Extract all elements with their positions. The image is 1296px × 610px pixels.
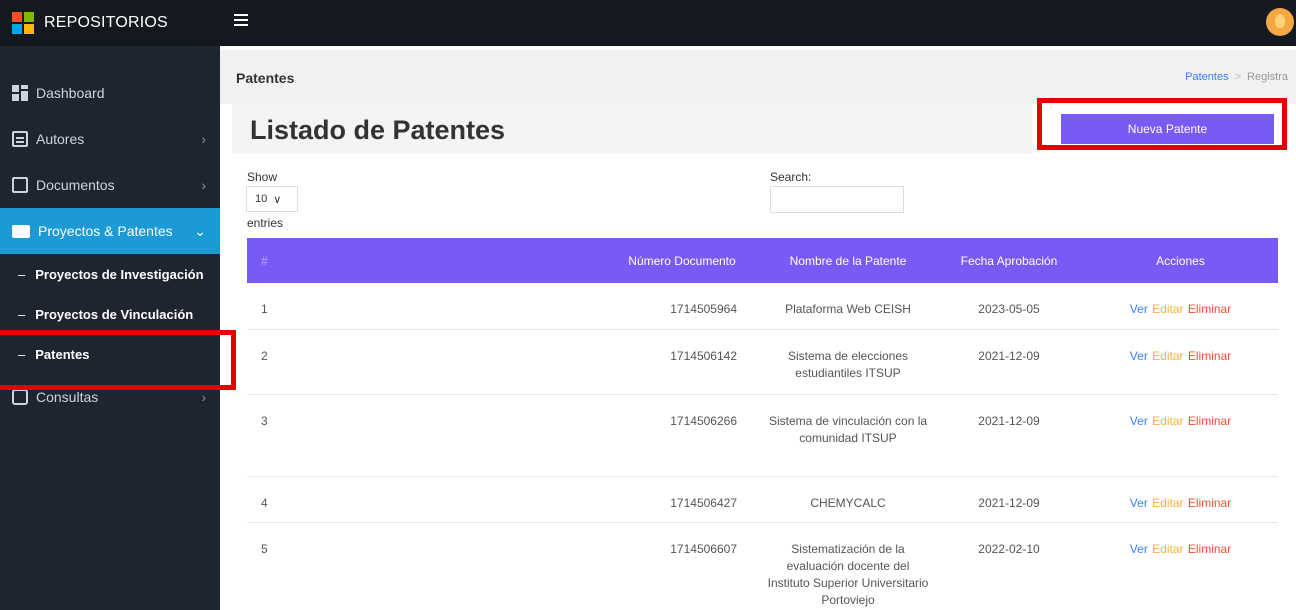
sidebar-item-label: Dashboard [36, 85, 105, 101]
cell-date: 2022-02-10 [935, 522, 1083, 610]
cell-name: Plataforma Web CEISH [747, 283, 935, 330]
chevron-right-icon: › [201, 389, 206, 405]
top-navbar [220, 0, 1296, 46]
avatar[interactable] [1266, 8, 1294, 36]
page-title: Listado de Patentes [250, 115, 506, 145]
sidebar-subitem-vinculacion[interactable]: – Proyectos de Vinculación [0, 294, 220, 334]
edit-link[interactable]: Editar [1152, 349, 1183, 363]
cell-name: CHEMYCALC [747, 476, 935, 523]
sidebar-item-autores[interactable]: Autores › [0, 116, 220, 162]
chevron-right-icon: › [201, 177, 206, 193]
brand[interactable]: REPOSITORIOS [0, 0, 220, 46]
dash-icon: – [18, 306, 26, 322]
column-header-number[interactable]: # [247, 238, 627, 283]
cell-number: 4 [247, 476, 627, 523]
search-input[interactable] [770, 186, 904, 213]
cell-number: 1 [247, 283, 627, 330]
cell-name: Sistema de elecciones estudiantiles ITSU… [747, 329, 935, 395]
cell-document: 1714506266 [627, 394, 747, 477]
sidebar-subitem-label: Proyectos de Investigación [35, 266, 204, 282]
delete-link[interactable]: Eliminar [1188, 302, 1231, 316]
list-icon [12, 131, 28, 147]
chevron-down-icon: ⌄ [194, 222, 206, 239]
cell-name: Sistematización de la evaluación docente… [747, 522, 935, 610]
chevron-right-icon: › [201, 131, 206, 147]
highlight-box-button [1037, 98, 1287, 150]
view-link[interactable]: Ver [1130, 542, 1148, 556]
cell-document: 1714506142 [627, 329, 747, 395]
cell-actions: Ver Editar Eliminar [1083, 394, 1278, 477]
delete-link[interactable]: Eliminar [1188, 414, 1231, 428]
folder-icon [12, 224, 30, 238]
cell-document: 1714505964 [627, 283, 747, 330]
page-header: Patentes Patentes > Registra [220, 50, 1296, 104]
cell-date: 2021-12-09 [935, 329, 1083, 395]
view-link[interactable]: Ver [1130, 349, 1148, 363]
cell-actions: Ver Editar Eliminar [1083, 283, 1278, 330]
column-header-document[interactable]: Número Documento [627, 238, 747, 283]
delete-link[interactable]: Eliminar [1188, 349, 1231, 363]
table-row: 3 1714506266 Sistema de vinculación con … [247, 394, 1278, 477]
brand-title: REPOSITORIOS [44, 14, 168, 31]
sidebar: REPOSITORIOS Dashboard Autores › Documen… [0, 0, 220, 610]
cell-name: Sistema de vinculación con la comunidad … [747, 394, 935, 477]
table-row: 5 1714506607 Sistematización de la evalu… [247, 522, 1278, 610]
entries-select[interactable]: 10 ∨ [246, 186, 298, 212]
page-header-title: Patentes [236, 70, 295, 86]
sidebar-item-dashboard[interactable]: Dashboard [0, 70, 220, 116]
sidebar-subitem-label: Proyectos de Vinculación [35, 306, 194, 322]
cell-actions: Ver Editar Eliminar [1083, 476, 1278, 523]
breadcrumb-link[interactable]: Patentes [1185, 71, 1228, 83]
dashboard-icon [12, 85, 28, 101]
patents-table: # Número Documento Nombre de la Patente … [247, 238, 1278, 610]
cell-number: 3 [247, 394, 627, 477]
breadcrumb-separator-icon: > [1234, 71, 1242, 83]
column-header-date[interactable]: Fecha Aprobación [935, 238, 1083, 283]
sidebar-subitem-investigacion[interactable]: – Proyectos de Investigación [0, 254, 220, 294]
delete-link[interactable]: Eliminar [1188, 542, 1231, 556]
sidebar-item-label: Proyectos & Patentes [38, 223, 173, 239]
cell-actions: Ver Editar Eliminar [1083, 329, 1278, 395]
table-row: 2 1714506142 Sistema de elecciones estud… [247, 329, 1278, 395]
table-row: 4 1714506427 CHEMYCALC 2021-12-09 Ver Ed… [247, 476, 1278, 523]
entries-label: entries [247, 216, 284, 230]
cell-actions: Ver Editar Eliminar [1083, 522, 1278, 610]
edit-link[interactable]: Editar [1152, 414, 1183, 428]
cell-date: 2021-12-09 [935, 394, 1083, 477]
cell-date: 2023-05-05 [935, 283, 1083, 330]
cell-number: 5 [247, 522, 627, 610]
view-link[interactable]: Ver [1130, 496, 1148, 510]
sidebar-item-label: Autores [36, 131, 85, 147]
table-header-row: # Número Documento Nombre de la Patente … [247, 238, 1278, 283]
cell-document: 1714506427 [627, 476, 747, 523]
edit-link[interactable]: Editar [1152, 496, 1183, 510]
app-logo-icon [12, 12, 34, 34]
view-link[interactable]: Ver [1130, 302, 1148, 316]
view-link[interactable]: Ver [1130, 414, 1148, 428]
sidebar-item-label: Documentos [36, 177, 115, 193]
sidebar-item-proyectos-patentes[interactable]: Proyectos & Patentes ⌄ [0, 208, 220, 254]
column-header-actions: Acciones [1156, 253, 1205, 268]
chevron-down-icon: ∨ [273, 193, 282, 206]
breadcrumb: Patentes > Registra [1185, 71, 1288, 83]
breadcrumb-current: Registra [1247, 71, 1288, 83]
dash-icon: – [18, 266, 26, 282]
entries-select-value: 10 [255, 193, 268, 205]
sidebar-item-label: Consultas [36, 389, 99, 405]
search-icon [12, 389, 28, 405]
edit-link[interactable]: Editar [1152, 302, 1183, 316]
cell-document: 1714506607 [627, 522, 747, 610]
column-header-name[interactable]: Nombre de la Patente [747, 238, 935, 283]
document-icon [12, 177, 28, 193]
cell-number: 2 [247, 329, 627, 395]
highlight-box-sidebar [0, 330, 236, 390]
search-label: Search: [770, 170, 812, 184]
table-row: 1 1714505964 Plataforma Web CEISH 2023-0… [247, 283, 1278, 330]
cell-date: 2021-12-09 [935, 476, 1083, 523]
sidebar-item-documentos[interactable]: Documentos › [0, 162, 220, 208]
show-label: Show [247, 170, 278, 184]
edit-link[interactable]: Editar [1152, 542, 1183, 556]
hamburger-menu-icon[interactable] [234, 14, 248, 26]
delete-link[interactable]: Eliminar [1188, 496, 1231, 510]
